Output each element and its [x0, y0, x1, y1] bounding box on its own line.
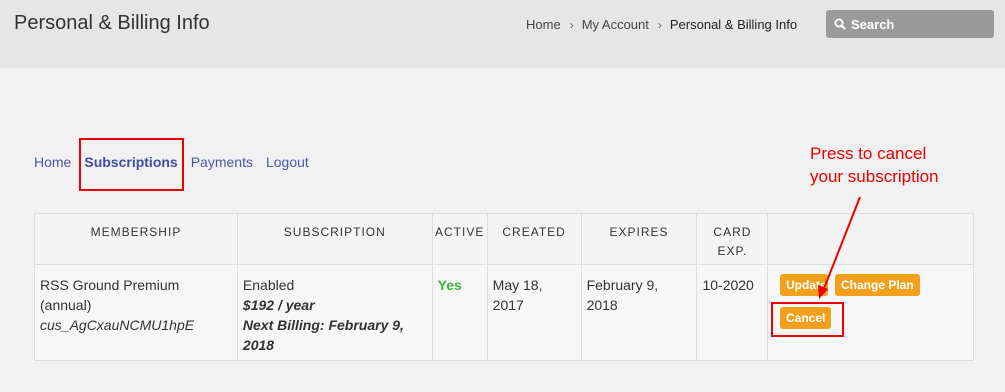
subscription-price: $192 / year	[242, 297, 315, 313]
breadcrumb-current: Personal & Billing Info	[669, 17, 798, 32]
cell-subscription: Enabled $192 / year Next Billing: Februa…	[236, 264, 433, 361]
tab-home[interactable]: Home	[34, 154, 71, 170]
annotation-line-1: Press to cancel	[810, 144, 927, 163]
column-header-expires: EXPIRES	[580, 213, 698, 265]
page-header: Personal & Billing Info Home › My Accoun…	[0, 0, 1005, 68]
annotation-text: Press to cancel your subscription	[810, 142, 939, 188]
chevron-right-icon: ›	[657, 17, 662, 32]
column-header-created: CREATED	[486, 213, 582, 265]
tab-logout[interactable]: Logout	[266, 154, 309, 170]
annotation-line-2: your subscription	[810, 167, 939, 186]
column-header-membership: MEMBERSHIP	[34, 213, 238, 265]
cell-expires: February 9, 2018	[580, 264, 698, 361]
membership-name: RSS Ground Premium (annual)	[40, 277, 180, 313]
cell-membership: RSS Ground Premium (annual) cus_AgCxauNC…	[34, 264, 238, 361]
breadcrumb-my-account[interactable]: My Account	[582, 17, 649, 32]
cell-card-exp: 10-2020	[696, 264, 769, 361]
column-header-actions	[767, 213, 974, 265]
cell-active: Yes	[431, 264, 488, 361]
annotation-arrow-icon	[818, 196, 861, 299]
chevron-right-icon: ›	[569, 17, 574, 32]
search-box[interactable]	[826, 10, 994, 38]
highlight-box-subscriptions	[79, 138, 184, 191]
breadcrumb: Home › My Account › Personal & Billing I…	[526, 17, 797, 32]
cell-created: May 18, 2017	[486, 264, 582, 361]
search-icon	[834, 18, 846, 30]
column-header-subscription: SUBSCRIPTION	[236, 213, 433, 265]
page-title: Personal & Billing Info	[14, 12, 210, 34]
tab-payments[interactable]: Payments	[191, 154, 253, 170]
subscription-status: Enabled	[242, 277, 295, 293]
next-billing: Next Billing: February 9, 2018	[242, 317, 404, 353]
customer-id: cus_AgCxauNCMU1hpE	[40, 317, 195, 333]
breadcrumb-home[interactable]: Home	[526, 17, 561, 32]
highlight-box-cancel	[771, 302, 844, 337]
search-input[interactable]	[851, 16, 991, 32]
column-header-active: ACTIVE	[431, 213, 488, 265]
column-header-card-exp: CARD EXP.	[696, 213, 769, 265]
